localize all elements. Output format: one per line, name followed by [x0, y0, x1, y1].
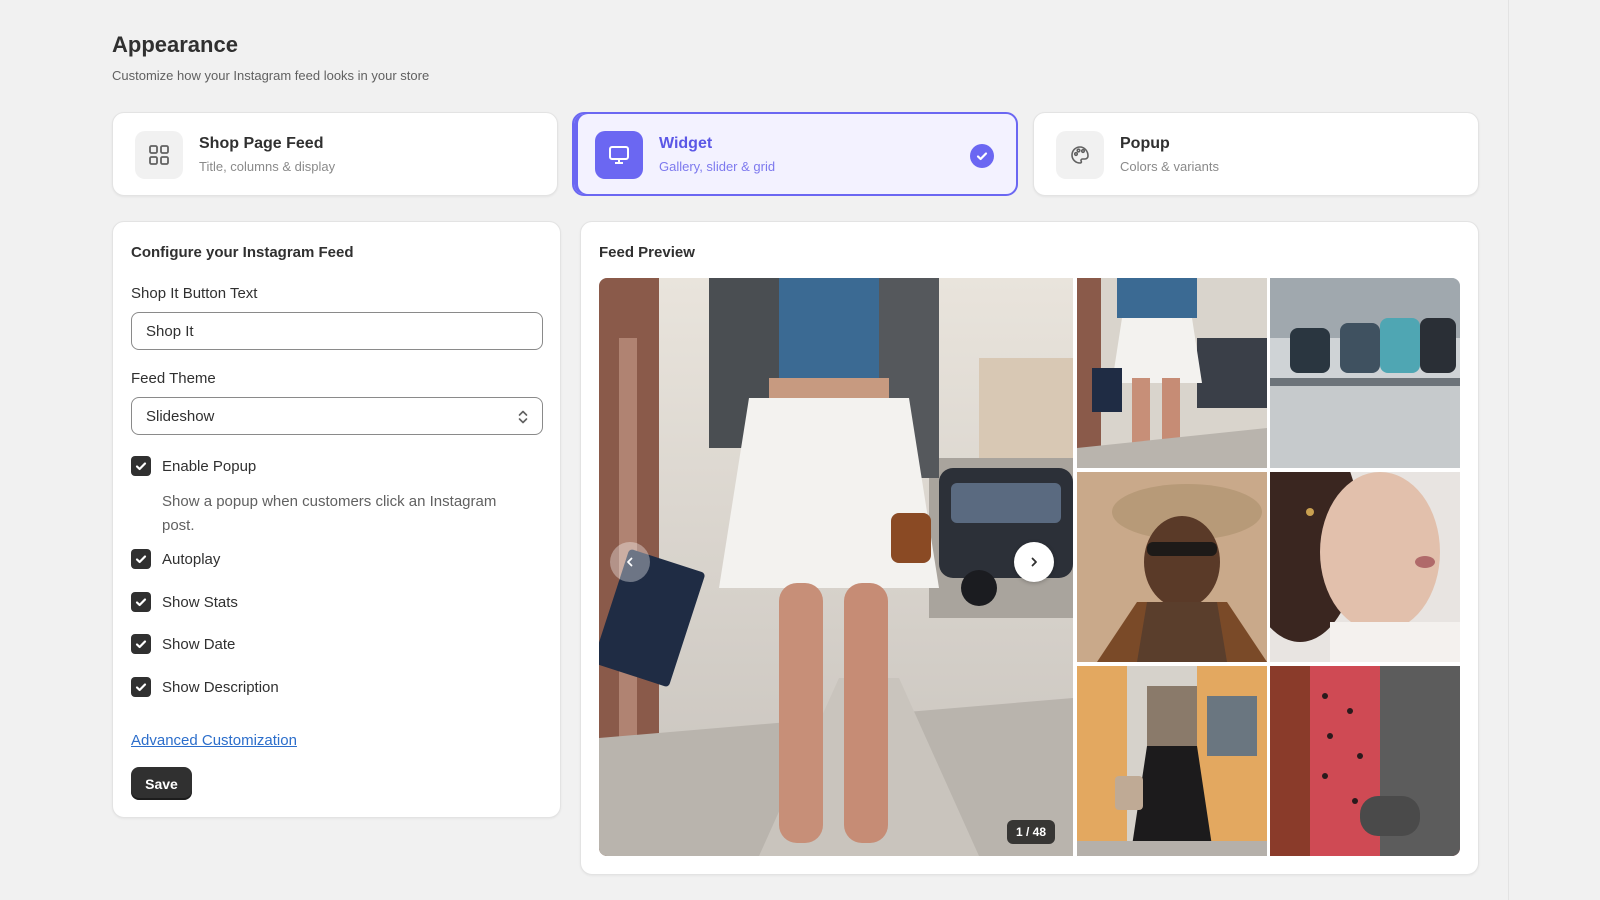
prev-slide-button[interactable]: [610, 542, 650, 582]
appearance-tabs: Shop Page Feed Title, columns & display …: [112, 112, 1479, 196]
checkbox-label: Enable Popup: [162, 457, 257, 475]
thumbnail-image[interactable]: [1270, 666, 1460, 856]
tab-popup[interactable]: Popup Colors & variants: [1033, 112, 1479, 196]
chevron-right-icon: [1031, 557, 1037, 567]
autoplay-checkbox[interactable]: Autoplay: [131, 549, 220, 569]
enable-popup-checkbox[interactable]: Enable Popup: [131, 456, 256, 476]
thumbnail-image[interactable]: [1077, 472, 1267, 662]
feed-theme-value: Slideshow: [146, 407, 215, 425]
feed-gallery: 1 / 48: [599, 278, 1460, 856]
preview-card: Feed Preview 1 / 48: [580, 221, 1479, 875]
thumbnail-image[interactable]: [1270, 472, 1460, 662]
tab-description: Colors & variants: [1120, 159, 1219, 174]
show-description-checkbox[interactable]: Show Description: [131, 677, 279, 697]
checkbox-checked-icon[interactable]: [131, 677, 151, 697]
tab-description: Gallery, slider & grid: [659, 159, 776, 174]
tab-title: Shop Page Feed: [199, 135, 324, 152]
shop-button-text-input[interactable]: [131, 312, 543, 350]
preview-card-title: Feed Preview: [599, 244, 695, 261]
tab-widget[interactable]: Widget Gallery, slider & grid: [572, 112, 1018, 196]
save-button[interactable]: Save: [131, 767, 192, 800]
checkbox-label: Autoplay: [162, 550, 221, 568]
chevron-left-icon: [627, 557, 633, 567]
page-edge-divider: [1508, 0, 1509, 900]
feed-theme-label: Feed Theme: [131, 370, 216, 387]
checkbox-checked-icon[interactable]: [131, 549, 151, 569]
checkbox-checked-icon[interactable]: [131, 592, 151, 612]
tab-shop-page-feed[interactable]: Shop Page Feed Title, columns & display: [112, 112, 558, 196]
tab-title: Widget: [659, 135, 713, 152]
page-subtitle: Customize how your Instagram feed looks …: [112, 68, 430, 83]
slide-counter: 1 / 48: [1007, 820, 1056, 844]
enable-popup-help-text: Show a popup when customers click an Ins…: [162, 493, 497, 534]
checkbox-label: Show Description: [162, 678, 279, 696]
show-stats-checkbox[interactable]: Show Stats: [131, 592, 238, 612]
tab-description: Title, columns & display: [199, 159, 336, 174]
checkbox-checked-icon[interactable]: [131, 456, 151, 476]
shop-button-text-label: Shop It Button Text: [131, 285, 258, 302]
main-slide-image[interactable]: 1 / 48: [599, 278, 1073, 856]
selected-check-icon: [970, 144, 994, 168]
advanced-customization-link[interactable]: Advanced Customization: [131, 732, 297, 749]
tab-title: Popup: [1120, 135, 1170, 152]
show-date-checkbox[interactable]: Show Date: [131, 634, 235, 654]
grid-icon: [135, 131, 183, 179]
config-card-title: Configure your Instagram Feed: [131, 244, 354, 261]
thumbnail-image[interactable]: [1077, 278, 1267, 468]
select-chevron-icon: [516, 408, 530, 430]
config-card: Configure your Instagram Feed Shop It Bu…: [112, 221, 561, 818]
feed-theme-select[interactable]: Slideshow: [131, 397, 543, 435]
monitor-icon: [595, 131, 643, 179]
checkbox-label: Show Date: [162, 635, 236, 653]
thumbnail-image[interactable]: [1077, 666, 1267, 856]
next-slide-button[interactable]: [1014, 542, 1054, 582]
thumbnail-image[interactable]: [1270, 278, 1460, 468]
page-title: Appearance: [112, 32, 238, 57]
checkbox-label: Show Stats: [162, 593, 238, 611]
checkbox-checked-icon[interactable]: [131, 634, 151, 654]
palette-icon: [1056, 131, 1104, 179]
page-header: Appearance Customize how your Instagram …: [112, 32, 429, 83]
